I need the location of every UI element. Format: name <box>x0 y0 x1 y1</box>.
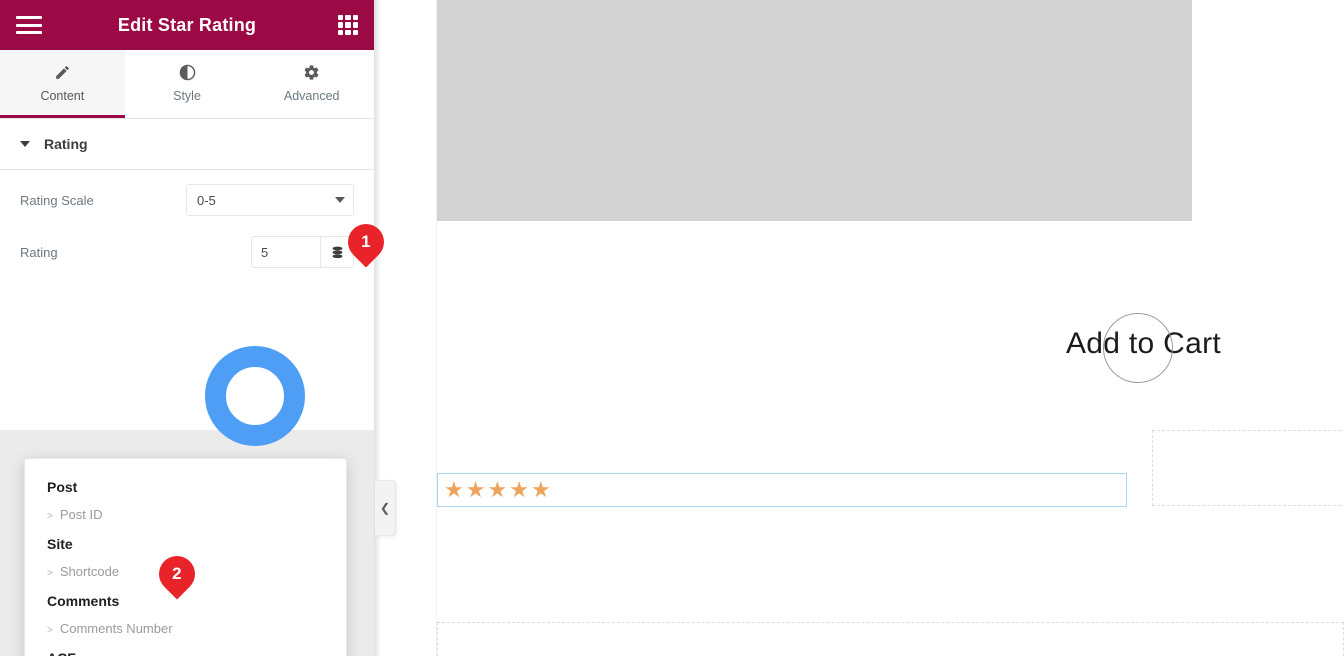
empty-section-placeholder-bottom[interactable] <box>437 622 1344 656</box>
chevron-left-icon: ❮ <box>379 501 391 515</box>
editor-canvas: Add to Cart ★ ★ ★ ★ ★ <box>376 0 1344 656</box>
panel-header: Edit Star Rating <box>0 0 374 50</box>
star-icon: ★ <box>487 477 508 502</box>
hamburger-menu-icon[interactable] <box>16 16 42 34</box>
page-title: Edit Star Rating <box>117 14 257 35</box>
rating-input[interactable] <box>252 237 320 267</box>
database-stack-icon <box>332 246 342 258</box>
dynamic-item-label: Post ID <box>59 507 103 522</box>
rating-label: Rating <box>20 244 58 260</box>
annotation-badge-number: 2 <box>172 564 182 583</box>
rating-scale-select[interactable]: 0-5 <box>186 184 354 216</box>
star-rating-widget[interactable]: ★ ★ ★ ★ ★ <box>437 473 1127 507</box>
dynamic-item-post-id[interactable]: > Post ID <box>25 501 346 528</box>
dynamic-item-comments-number[interactable]: > Comments Number <box>25 615 346 642</box>
tab-style-label: Style <box>173 88 201 103</box>
dynamic-group-title: ACF <box>25 642 346 656</box>
grid-apps-icon[interactable] <box>338 15 358 35</box>
contrast-icon <box>179 63 196 82</box>
control-rating: Rating <box>20 236 354 268</box>
star-icon: ★ <box>465 477 486 502</box>
rating-scale-value: 0-5 <box>197 192 216 208</box>
gear-icon <box>303 63 320 82</box>
controls-area: Rating Scale 0-5 Rating 5 Post > Post ID… <box>0 170 374 656</box>
star-icon: ★ <box>530 477 551 502</box>
tab-style[interactable]: Style <box>124 50 250 118</box>
app-root: Add to Cart ★ ★ ★ ★ ★ Edit Star Rating C… <box>0 0 1344 656</box>
tab-advanced-label: Advanced <box>283 88 340 103</box>
panel-tabs: Content Style Advanced <box>0 50 374 119</box>
rating-scale-select-wrap: 0-5 <box>186 184 354 216</box>
star-list: ★ ★ ★ ★ ★ <box>444 479 551 501</box>
chevron-right-icon: > <box>47 625 53 636</box>
add-to-cart-heading: Add to Cart <box>1066 327 1222 360</box>
tab-content-label: Content <box>40 88 85 103</box>
dynamic-item-label: Shortcode <box>59 564 120 579</box>
editor-panel: Edit Star Rating Content Style Advanced … <box>0 0 375 656</box>
star-icon: ★ <box>444 477 464 502</box>
caret-down-icon <box>20 141 30 147</box>
chevron-right-icon: > <box>47 511 53 522</box>
section-header-rating[interactable]: Rating <box>0 119 374 170</box>
control-rating-scale: Rating Scale 0-5 <box>20 184 354 216</box>
dynamic-item-label: Comments Number <box>59 621 173 636</box>
rating-scale-label: Rating Scale <box>20 192 94 208</box>
chevron-right-icon: > <box>47 568 53 579</box>
tab-content[interactable]: Content <box>0 50 125 118</box>
empty-column-placeholder-right[interactable] <box>1152 430 1344 506</box>
rating-input-group <box>251 236 354 268</box>
annotation-badge-number: 1 <box>361 232 371 251</box>
dynamic-group-title: Post <box>47 479 78 495</box>
star-icon: ★ <box>509 477 529 502</box>
section-title: Rating <box>44 136 88 152</box>
dynamic-group-title: Site <box>47 536 73 552</box>
pencil-icon <box>54 63 71 82</box>
placeholder-image-block <box>437 0 1192 221</box>
panel-collapse-handle[interactable]: ❮ <box>375 480 396 536</box>
tab-advanced[interactable]: Advanced <box>249 50 374 118</box>
